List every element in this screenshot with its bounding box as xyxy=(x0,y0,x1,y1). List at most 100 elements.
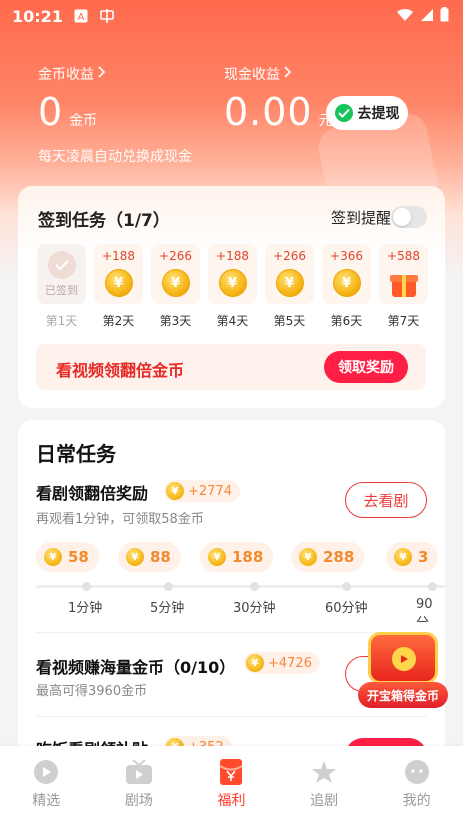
task-name: 看剧领翻倍奖励 xyxy=(36,484,149,503)
milestone-coins: 58 xyxy=(68,548,89,566)
day-bonus: +588 xyxy=(387,249,420,263)
check-icon xyxy=(47,251,76,279)
day-bonus: +188 xyxy=(216,249,249,263)
coin-icon: ¥ xyxy=(246,654,264,672)
toggle-knob xyxy=(393,208,411,226)
milestone-coins: 288 xyxy=(323,548,355,566)
task-bonus: +4726 xyxy=(268,655,312,671)
checkin-card: 签到任务（1/7） 签到提醒 已签到 第1天 +188 ¥ 第2天 +266 ¥ 第… xyxy=(18,186,445,408)
coin-earnings-title: 金币收益 xyxy=(38,67,94,83)
milestone-reward: ¥58 xyxy=(36,542,99,572)
checkin-day-6[interactable]: +366 ¥ 第6天 xyxy=(322,244,371,329)
checkin-day-5[interactable]: +266 ¥ 第5天 xyxy=(265,244,314,329)
milestone-dot xyxy=(342,582,351,591)
coin-icon: ¥ xyxy=(275,269,304,297)
coin-icon: ¥ xyxy=(332,269,361,297)
milestone-reward: ¥288 xyxy=(291,542,365,572)
milestone-dot xyxy=(250,582,259,591)
divider xyxy=(36,716,427,717)
milestone-reward: ¥88 xyxy=(118,542,181,572)
day-bonus: +366 xyxy=(330,249,363,263)
coin-earnings-unit: 金币 xyxy=(69,113,98,129)
keyboard-notification-icon: A xyxy=(73,8,89,24)
milestone-reward: ¥188 xyxy=(200,542,274,572)
star-icon xyxy=(310,758,338,786)
double-coin-text: 看视频领翻倍金币 xyxy=(56,361,185,380)
milestone-label: 1分钟 xyxy=(68,601,103,616)
checkin-reminder-toggle[interactable] xyxy=(391,206,427,228)
milestone-dot xyxy=(82,582,91,591)
day-label: 第7天 xyxy=(387,314,420,328)
day-label: 第1天 xyxy=(45,314,78,328)
checkin-days: 已签到 第1天 +188 ¥ 第2天 +266 ¥ 第3天 +188 ¥ 第4天 +2… xyxy=(37,244,428,329)
day-label: 第5天 xyxy=(273,314,306,328)
battery-icon xyxy=(440,6,449,26)
watch-drama-button[interactable]: 去看剧 xyxy=(345,482,427,518)
tv-icon xyxy=(125,758,153,786)
tab-label: 我的 xyxy=(402,793,431,809)
checkin-day-4[interactable]: +188 ¥ 第4天 xyxy=(208,244,257,329)
day-label: 第4天 xyxy=(216,314,249,328)
coin-icon: ¥ xyxy=(104,269,133,297)
red-packet-icon xyxy=(217,758,245,786)
milestone-label: 60分钟 xyxy=(325,601,368,616)
tab-label: 福利 xyxy=(217,793,246,809)
checkin-title: 签到任务（1/7） xyxy=(38,211,170,231)
milestone-dot xyxy=(164,582,173,591)
treasure-chest-widget[interactable]: 开宝箱得金币 xyxy=(358,622,448,710)
day-label: 第3天 xyxy=(159,314,192,328)
milestone-label: 30分钟 xyxy=(233,601,276,616)
day-label: 第6天 xyxy=(330,314,363,328)
wifi-icon xyxy=(396,7,414,26)
checkin-day-2[interactable]: +188 ¥ 第2天 xyxy=(94,244,143,329)
task-bonus: +2774 xyxy=(188,483,232,499)
status-time: 10:21 xyxy=(12,6,63,26)
task-bonus-badge: ¥ +4726 xyxy=(244,652,320,674)
task-subtitle: 再观看1分钟，可领取58金币 xyxy=(36,512,204,527)
tab-featured[interactable]: 精选 xyxy=(0,746,93,823)
coin-earnings[interactable]: 金币收益 0 金币 xyxy=(38,64,106,134)
tab-theater[interactable]: 剧场 xyxy=(93,746,186,823)
coin-icon: ¥ xyxy=(161,269,190,297)
wechat-pay-icon xyxy=(334,104,353,122)
day-bonus: +188 xyxy=(102,249,135,263)
milestone-coins: 188 xyxy=(232,548,264,566)
day-label: 第2天 xyxy=(102,314,135,328)
coin-icon: ¥ xyxy=(299,548,317,566)
play-circle-icon xyxy=(32,758,60,786)
treasure-chest-label: 开宝箱得金币 xyxy=(358,682,448,708)
tab-profile[interactable]: 我的 xyxy=(370,746,463,823)
tab-label: 精选 xyxy=(32,793,61,809)
signal-icon xyxy=(420,7,434,26)
checkin-day-3[interactable]: +266 ¥ 第3天 xyxy=(151,244,200,329)
coin-icon: ¥ xyxy=(208,548,226,566)
checkin-status: 已签到 xyxy=(45,284,78,297)
milestone-dot xyxy=(428,582,437,591)
tab-welfare[interactable]: 福利 xyxy=(185,746,278,823)
task-bonus-badge: ¥ +2774 xyxy=(164,480,240,502)
task-name: 看视频赚海量金币（0/10） xyxy=(36,658,236,677)
tab-follow[interactable]: 追剧 xyxy=(278,746,371,823)
gift-icon xyxy=(389,269,418,297)
checkin-reminder-label: 签到提醒 xyxy=(330,209,391,227)
withdraw-button[interactable]: 去提现 xyxy=(326,96,408,130)
watch-time-milestones: ¥58 1分钟 ¥88 5分钟 ¥188 30分钟 ¥288 60分钟 ¥3 9… xyxy=(36,542,445,622)
coin-earnings-value: 0 xyxy=(38,90,64,134)
tab-label: 追剧 xyxy=(310,793,339,809)
checkin-day-7[interactable]: +588 第7天 xyxy=(379,244,428,329)
cash-earnings[interactable]: 现金收益 0.00 元 xyxy=(224,64,333,134)
exchange-note: 每天凌晨自动兑换成现金 xyxy=(38,149,192,165)
double-coin-banner: 看视频领翻倍金币 领取奖励 xyxy=(36,344,426,390)
claim-reward-button[interactable]: 领取奖励 xyxy=(324,351,408,383)
play-icon xyxy=(392,647,416,671)
milestone-coins: 3 xyxy=(418,548,429,566)
face-icon xyxy=(403,758,431,786)
day-bonus: +266 xyxy=(273,249,306,263)
app-notification-icon xyxy=(99,8,115,24)
milestone-label: 5分钟 xyxy=(150,601,185,616)
chevron-right-icon xyxy=(98,66,106,82)
bottom-tab-bar: 精选 剧场 福利 追剧 我的 xyxy=(0,746,463,823)
coin-icon: ¥ xyxy=(218,269,247,297)
daily-tasks-title: 日常任务 xyxy=(36,442,116,466)
chevron-right-icon xyxy=(284,66,292,82)
